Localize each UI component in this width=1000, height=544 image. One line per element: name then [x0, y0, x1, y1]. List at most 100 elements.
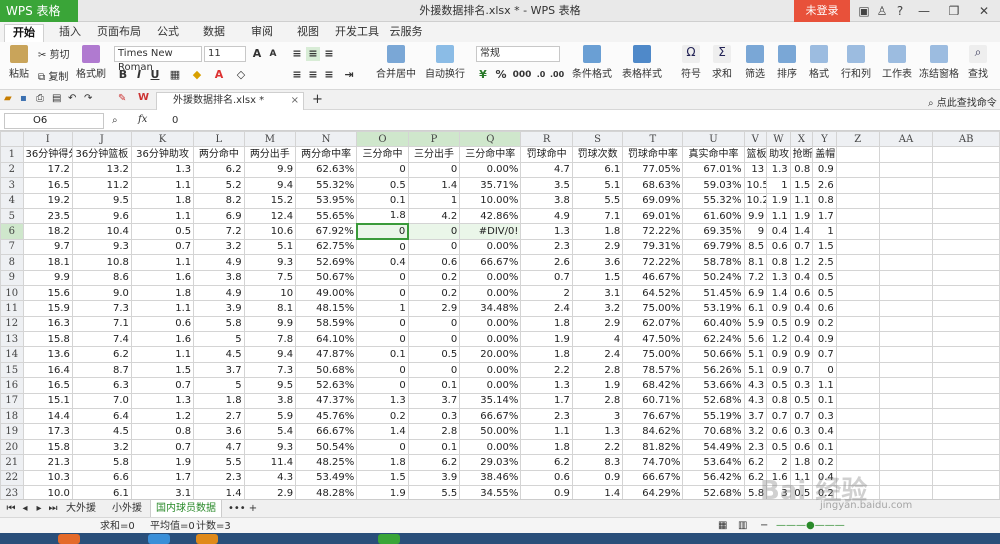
cell[interactable] [835, 377, 880, 394]
cell[interactable]: 55.32% [682, 192, 745, 209]
cell[interactable] [835, 192, 880, 209]
cell[interactable]: 1.1 [130, 177, 195, 194]
cell[interactable]: 7.2 [743, 269, 768, 286]
cell[interactable] [878, 438, 934, 456]
cell[interactable]: 62.63% [295, 161, 358, 179]
number-format-select[interactable]: 常规 [476, 46, 560, 62]
column-header[interactable]: N [295, 131, 358, 148]
wrap-text-button[interactable]: 自动换行 [424, 45, 466, 80]
cell[interactable]: 抢断 [789, 146, 814, 163]
cell[interactable]: 62.24% [682, 331, 745, 348]
row-header[interactable]: 17 [0, 392, 24, 410]
cell[interactable]: 2.3 [520, 238, 573, 256]
cell[interactable]: 66.67% [459, 254, 522, 271]
cell[interactable] [878, 238, 934, 256]
cell[interactable]: 16.5 [22, 377, 73, 394]
decrease-decimal-icon[interactable]: .00 [550, 68, 564, 82]
cell[interactable]: 4.3 [243, 469, 297, 486]
cell[interactable]: 20.00% [459, 346, 522, 363]
align-middle-icon[interactable]: ≡ [306, 47, 320, 61]
cell[interactable]: 0.7 [789, 238, 814, 256]
cell[interactable]: 0.00% [459, 238, 522, 256]
cell[interactable]: 72.22% [622, 223, 684, 240]
cell[interactable]: 84.62% [622, 423, 684, 440]
cell[interactable]: 0.5 [356, 177, 409, 194]
cell[interactable]: 47.50% [622, 331, 684, 348]
cell[interactable]: 52.63% [295, 377, 358, 394]
cell[interactable] [835, 269, 880, 286]
cell[interactable]: 6.1 [743, 300, 768, 317]
column-header[interactable]: AB [932, 131, 1000, 148]
cell[interactable]: 0.00% [459, 438, 522, 456]
cell[interactable]: 5.9 [243, 408, 297, 425]
cell[interactable]: 50.24% [682, 269, 745, 286]
cell[interactable]: 8.3 [571, 454, 624, 471]
document-tab[interactable]: 外援数据排名.xlsx * × [156, 92, 304, 110]
align-left-icon[interactable]: ≡ [290, 68, 304, 82]
cell[interactable]: 真实命中率 [682, 146, 745, 163]
cell[interactable]: 38.46% [459, 469, 522, 486]
cell[interactable]: 11.4 [243, 454, 297, 471]
cell[interactable]: 三分出手 [407, 146, 461, 163]
cell[interactable]: 9.0 [71, 284, 132, 302]
cell[interactable] [932, 207, 1000, 225]
cell[interactable]: 66.67% [459, 408, 522, 425]
cell[interactable]: 64.52% [622, 284, 684, 302]
cell[interactable]: 6.2 [743, 454, 768, 471]
grow-font-icon[interactable]: A [250, 47, 264, 61]
cell[interactable]: 2.8 [571, 361, 624, 379]
cell[interactable]: 5.5 [571, 192, 624, 209]
cell[interactable] [932, 238, 1000, 256]
cell[interactable] [835, 346, 880, 363]
tab-insert[interactable]: 插入 [50, 24, 90, 42]
cell[interactable]: 13.2 [71, 161, 132, 179]
cell[interactable]: 1.8 [193, 392, 245, 410]
cell[interactable]: 0.1 [812, 392, 837, 410]
cell[interactable]: 0.7 [789, 361, 814, 379]
cell[interactable] [878, 177, 934, 194]
row-header[interactable]: 20 [0, 438, 24, 456]
cell[interactable]: 0.7 [766, 408, 791, 425]
cell[interactable]: 4.9 [520, 207, 573, 225]
cell[interactable] [878, 315, 934, 333]
cell[interactable]: 0 [356, 377, 409, 394]
cell[interactable]: 0.6 [766, 238, 791, 256]
cell[interactable] [932, 177, 1000, 194]
name-box[interactable]: O6 [4, 113, 104, 129]
cell[interactable]: 7.1 [571, 207, 624, 225]
cell[interactable]: 15.8 [22, 438, 73, 456]
cell[interactable]: 53.64% [682, 454, 745, 471]
cell[interactable]: 6.4 [71, 408, 132, 425]
row-header[interactable]: 12 [0, 315, 24, 333]
cell[interactable]: 52.69% [295, 254, 358, 271]
cell[interactable]: 盖帽 [812, 146, 837, 163]
align-center-icon[interactable]: ≡ [306, 68, 320, 82]
cell[interactable]: 1.4 [789, 223, 814, 240]
cell[interactable] [878, 269, 934, 286]
cell[interactable]: 0.1 [812, 438, 837, 456]
cell[interactable]: 74.70% [622, 454, 684, 471]
cell[interactable]: 0 [356, 315, 409, 333]
cell[interactable]: 7.1 [71, 315, 132, 333]
cell[interactable]: 60.71% [622, 392, 684, 410]
cell[interactable]: 5.5 [193, 454, 245, 471]
cell[interactable]: 0.2 [812, 454, 837, 471]
cell[interactable] [878, 300, 934, 317]
cell[interactable]: 53.66% [682, 377, 745, 394]
cell[interactable]: 58.78% [682, 254, 745, 271]
cell[interactable]: 0.00% [459, 331, 522, 348]
cell[interactable]: 1.1 [789, 192, 814, 209]
cell[interactable]: 0.5 [789, 392, 814, 410]
cell[interactable]: 5.1 [743, 346, 768, 363]
column-header[interactable]: AA [878, 131, 934, 148]
cell[interactable]: 0.9 [766, 361, 791, 379]
cell[interactable]: 1.3 [520, 223, 573, 240]
cell[interactable]: 9.5 [243, 377, 297, 394]
row-header[interactable]: 8 [0, 254, 24, 271]
cell[interactable]: 9.9 [743, 207, 768, 225]
cell[interactable]: 19.2 [22, 192, 73, 209]
cell[interactable]: 4 [571, 331, 624, 348]
cell[interactable]: 1.8 [356, 207, 409, 225]
cell[interactable]: 60.40% [682, 315, 745, 333]
cell[interactable]: 0.5 [407, 346, 461, 363]
